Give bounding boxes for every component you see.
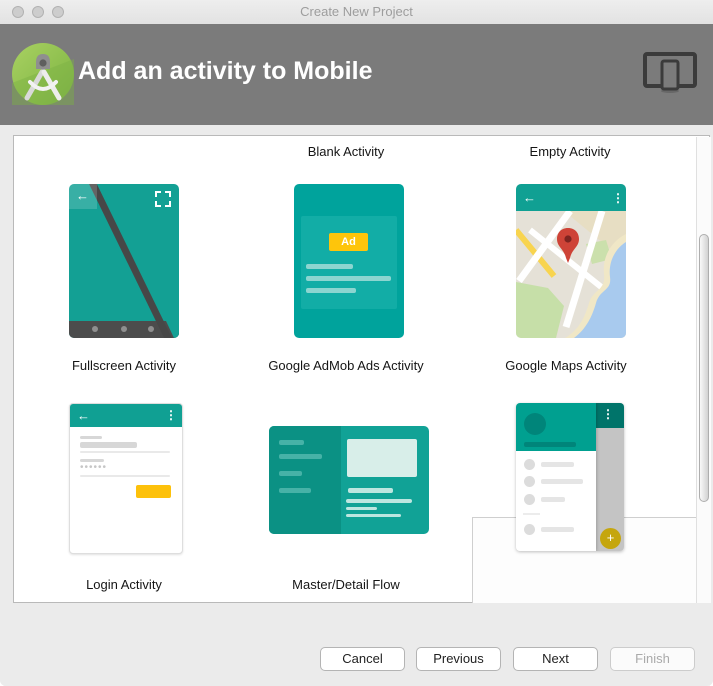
placeholder-line xyxy=(279,471,302,476)
placeholder-line xyxy=(306,264,353,269)
fab-plus-icon: + xyxy=(600,528,621,549)
scrollbar[interactable] xyxy=(696,137,711,603)
maps-activity-thumbnail[interactable]: ← ⋮ xyxy=(516,184,626,338)
titlebar: Create New Project xyxy=(0,0,713,25)
menu-item-icon xyxy=(524,524,535,535)
master-detail-thumbnail[interactable] xyxy=(269,426,429,534)
login-activity-thumbnail[interactable]: ← ⋮ •••••• xyxy=(69,403,183,554)
placeholder-line xyxy=(541,479,583,484)
finish-button: Finish xyxy=(610,647,695,671)
placeholder-line xyxy=(346,499,412,503)
avatar xyxy=(524,413,546,435)
wizard-step-title: Add an activity to Mobile xyxy=(78,57,372,86)
placeholder-line xyxy=(541,497,565,502)
divider xyxy=(523,513,540,515)
gallery-item-label[interactable]: Master/Detail Flow xyxy=(246,577,446,592)
password-dots: •••••• xyxy=(80,462,107,473)
scrollbar-thumb[interactable] xyxy=(699,234,709,502)
app-bar-behind-drawer: ⋮ xyxy=(596,403,624,428)
gallery-item-label[interactable]: Login Activity xyxy=(24,577,224,592)
placeholder-line xyxy=(541,462,574,467)
placeholder-line xyxy=(279,454,322,459)
detail-image-placeholder xyxy=(347,439,417,477)
svg-text:←: ← xyxy=(523,190,536,205)
input-underline xyxy=(80,451,170,453)
input-underline xyxy=(80,475,170,477)
placeholder-line xyxy=(346,514,401,517)
gallery-item-blank-activity[interactable]: Blank Activity xyxy=(246,144,446,159)
placeholder-line xyxy=(80,442,137,448)
map-preview-art: ← ⋮ xyxy=(516,184,626,338)
placeholder-line xyxy=(346,507,377,510)
back-arrow-icon: ← xyxy=(76,188,89,203)
previous-button[interactable]: Previous xyxy=(416,647,501,671)
sign-in-button-placeholder xyxy=(136,485,171,498)
window-title: Create New Project xyxy=(0,4,713,19)
gallery-item-label[interactable]: Fullscreen Activity xyxy=(24,358,224,373)
android-studio-logo-icon xyxy=(12,43,74,105)
ad-content-panel xyxy=(301,216,397,309)
svg-text:⋮: ⋮ xyxy=(612,191,624,205)
menu-item-icon xyxy=(524,494,535,505)
overflow-menu-icon: ⋮ xyxy=(165,408,177,422)
create-new-project-window: Create New Project Add an activity to Mo… xyxy=(0,0,713,686)
menu-item-icon xyxy=(524,476,535,487)
fullscreen-icon xyxy=(155,191,171,207)
placeholder-line xyxy=(541,527,574,532)
cancel-button[interactable]: Cancel xyxy=(320,647,405,671)
gallery-item-label[interactable]: Google AdMob Ads Activity xyxy=(246,358,446,373)
placeholder-line xyxy=(306,288,356,293)
navigation-drawer-thumbnail[interactable]: ⋮ + xyxy=(516,403,624,551)
placeholder-line xyxy=(80,436,102,439)
gallery-item-label[interactable]: Google Maps Activity xyxy=(466,358,666,373)
ad-badge: Ad xyxy=(329,233,368,251)
wizard-header: Add an activity to Mobile xyxy=(0,24,713,125)
fullscreen-activity-thumbnail[interactable]: ← xyxy=(69,184,179,338)
gallery-item-empty-activity[interactable]: Empty Activity xyxy=(470,144,670,159)
placeholder-line xyxy=(348,488,393,493)
mobile-tablet-form-factor-icon xyxy=(642,50,698,96)
menu-item-icon xyxy=(524,459,535,470)
placeholder-line xyxy=(306,276,391,281)
drawer-panel xyxy=(516,403,596,551)
placeholder-line xyxy=(279,488,311,493)
drawer-header xyxy=(516,403,596,451)
back-chip: ← xyxy=(69,184,97,209)
wizard-footer: Cancel Previous Next Finish xyxy=(0,603,713,686)
placeholder-line xyxy=(279,440,304,445)
app-bar: ← ⋮ xyxy=(70,404,182,427)
back-arrow-icon: ← xyxy=(77,408,90,423)
next-button[interactable]: Next xyxy=(513,647,598,671)
activity-gallery: Blank Activity Empty Activity Navigation… xyxy=(13,135,710,603)
overflow-menu-icon: ⋮ xyxy=(602,407,614,421)
admob-activity-thumbnail[interactable]: Ad xyxy=(294,184,404,338)
placeholder-line xyxy=(524,442,576,447)
